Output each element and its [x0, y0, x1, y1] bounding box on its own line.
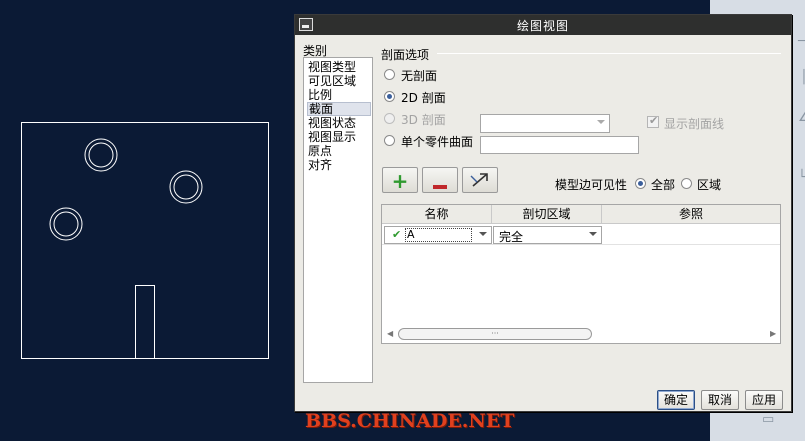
section-options-header: 剖面选项: [381, 48, 430, 62]
category-list: 视图类型 可见区域 比例 截面 视图状态 视图显示 原点 对齐: [303, 57, 373, 383]
edge-visibility-region-radio[interactable]: [681, 178, 692, 189]
dialog-titlebar[interactable]: 绘图视图: [295, 15, 791, 35]
category-view-display[interactable]: 视图显示: [307, 130, 371, 144]
minus-icon: [423, 178, 457, 192]
side-glyph: ▭: [762, 412, 775, 427]
reference-cell[interactable]: [604, 226, 780, 244]
drawing-view-dialog: 绘图视图 类别 视图类型 可见区域 比例 截面 视图状态 视图显示 原点 对齐 …: [294, 14, 792, 412]
edge-visibility-all-radio[interactable]: [635, 178, 646, 189]
section-table: 名称 剖切区域 参照 ✔ A 完全 ◀ ··· ▶: [381, 204, 781, 344]
category-view-states[interactable]: 视图状态: [307, 116, 371, 130]
add-section-button[interactable]: +: [382, 167, 418, 193]
show-section-lines-checkbox[interactable]: ✔: [647, 114, 659, 128]
chevron-down-icon: [589, 232, 597, 236]
section-3d-radio[interactable]: [384, 113, 395, 124]
section-name-combo[interactable]: ✔ A: [384, 226, 492, 244]
no-section-radio[interactable]: [384, 69, 395, 80]
chevron-down-icon: [597, 120, 605, 124]
edge-visibility-region-label: 区域: [697, 178, 722, 192]
section-3d-combo[interactable]: [480, 114, 610, 133]
scrollbar-thumb[interactable]: ···: [398, 328, 592, 340]
scroll-right-icon[interactable]: ▶: [770, 329, 776, 338]
apply-button[interactable]: 应用: [745, 390, 783, 410]
cancel-button[interactable]: 取消: [701, 390, 739, 410]
checkmark-icon: ✔: [649, 114, 659, 127]
category-origin[interactable]: 原点: [307, 144, 371, 158]
cut-region-value: 完全: [499, 230, 524, 244]
watermark-text: BBS.CHINADE.NET: [305, 410, 515, 432]
side-glyph: │: [800, 70, 805, 85]
section-2d-label: 2D 剖面: [401, 91, 446, 105]
chevron-down-icon: [479, 232, 487, 236]
dialog-title: 绘图视图: [516, 19, 569, 33]
column-header-cut-region[interactable]: 剖切区域: [492, 205, 602, 224]
no-section-label: 无剖面: [401, 69, 438, 83]
section-3d-label: 3D 剖面: [401, 113, 446, 127]
section-options-divider: [437, 53, 781, 54]
edge-visibility-all-label: 全部: [651, 178, 676, 192]
plus-icon: +: [391, 169, 409, 193]
model-edge-visibility-label: 模型边可见性: [555, 178, 628, 192]
remove-section-button[interactable]: [422, 167, 458, 193]
ok-button[interactable]: 确定: [657, 390, 695, 410]
side-glyph: └: [798, 170, 805, 185]
row-divider: [382, 244, 780, 245]
checkmark-icon: ✔: [392, 228, 402, 241]
side-glyph: ∠: [798, 110, 805, 125]
side-glyph: ─: [798, 34, 805, 49]
category-alignment[interactable]: 对齐: [307, 158, 371, 172]
flip-direction-button[interactable]: [462, 167, 498, 193]
text-cursor-box: [405, 228, 472, 242]
category-visible-area[interactable]: 可见区域: [307, 74, 371, 88]
single-part-surface-label: 单个零件曲面: [401, 135, 474, 149]
category-sections[interactable]: 截面: [307, 102, 371, 116]
category-view-type[interactable]: 视图类型: [307, 60, 371, 74]
category-scale[interactable]: 比例: [307, 88, 371, 102]
column-header-name[interactable]: 名称: [382, 205, 492, 224]
scroll-left-icon[interactable]: ◀: [387, 329, 393, 338]
flip-arrow-icon: [470, 173, 488, 187]
column-header-reference[interactable]: 参照: [602, 205, 780, 224]
table-horizontal-scrollbar[interactable]: ◀ ··· ▶: [384, 327, 778, 341]
section-2d-radio[interactable]: [384, 91, 395, 102]
single-part-surface-field[interactable]: [480, 136, 639, 154]
cut-region-combo[interactable]: 完全: [493, 226, 602, 244]
single-part-surface-radio[interactable]: [384, 135, 395, 146]
show-section-lines-label: 显示剖面线: [664, 117, 725, 131]
